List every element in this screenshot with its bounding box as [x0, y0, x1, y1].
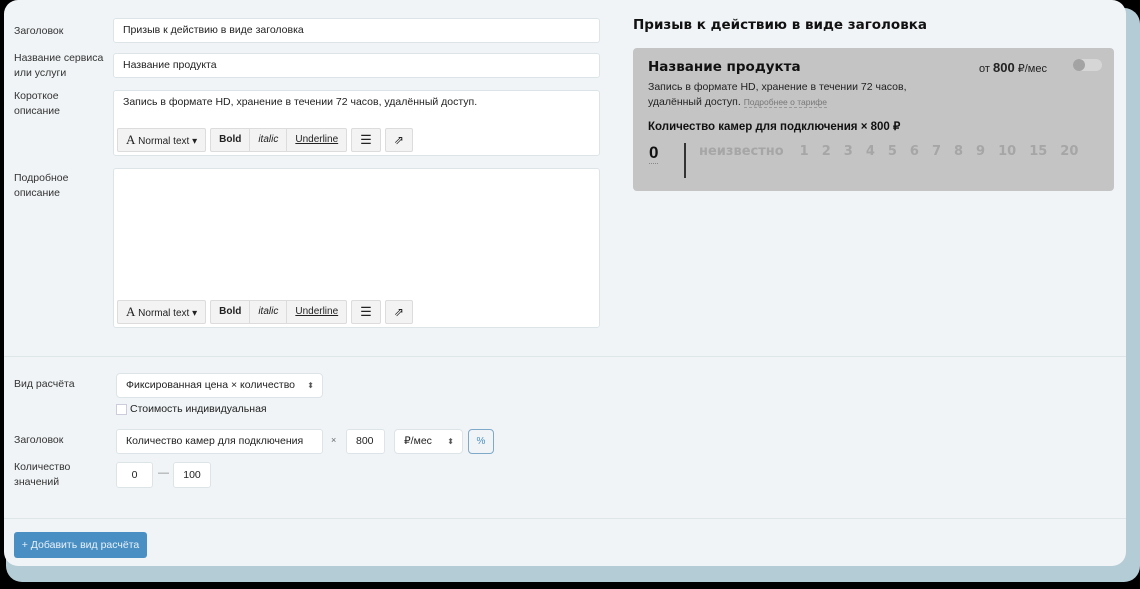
price-value: 800 — [992, 60, 1015, 75]
text-style-label: Normal text — [138, 308, 190, 319]
qty-separator — [684, 143, 686, 178]
qty-options: неизвестно 1 2 3 4 5 6 7 8 9 10 15 20 — [699, 144, 1091, 159]
product-desc: Запись в формате HD, хранение в течении … — [648, 80, 918, 110]
short-desc-label: Короткое описание — [14, 90, 60, 117]
min-input[interactable]: 0 — [116, 462, 153, 488]
text-style-dropdown[interactable]: A Normal text ▾ — [117, 300, 207, 324]
product-price: от 800 ₽/мес — [979, 60, 1047, 75]
calc-type-label: Вид расчёта — [14, 378, 75, 390]
italic-button[interactable]: italic — [250, 129, 288, 151]
percent-button[interactable]: % — [468, 429, 494, 454]
qty-option[interactable]: неизвестно — [699, 144, 784, 159]
qty-option[interactable]: 5 — [888, 144, 897, 159]
divider — [4, 518, 1126, 519]
price-input[interactable]: 800 — [346, 429, 385, 454]
underline-button[interactable]: Underline — [287, 129, 346, 151]
qty-option[interactable]: 2 — [822, 144, 831, 159]
list-icon[interactable]: ☰ — [352, 129, 380, 151]
individual-label: Стоимость индивидуальная — [130, 403, 267, 415]
bold-button[interactable]: Bold — [211, 129, 251, 151]
share-icon[interactable]: ⇗ — [386, 301, 412, 323]
qty-title: Количество камер для подключения × 800 ₽ — [648, 121, 901, 133]
underline-button[interactable]: Underline — [287, 301, 346, 323]
qty-option[interactable]: 3 — [844, 144, 853, 159]
unit-select[interactable]: ₽/мес ⬍ — [394, 429, 463, 454]
qty-current[interactable]: 0 — [649, 143, 659, 164]
long-desc-toolbar: A Normal text ▾ Bold italic Underline ☰ ⇗ — [117, 300, 413, 324]
qty-option[interactable]: 10 — [998, 144, 1016, 159]
toggle-knob — [1073, 59, 1085, 71]
list-icon[interactable]: ☰ — [352, 301, 380, 323]
italic-button[interactable]: italic — [250, 301, 288, 323]
qty-option[interactable]: 1 — [800, 144, 809, 159]
calc-type-select[interactable]: Фиксированная цена × количество ⬍ — [116, 373, 323, 398]
unit-value: ₽/мес — [404, 435, 432, 447]
range-dash: — — [158, 467, 169, 479]
short-desc-text[interactable]: Запись в формате HD, хранение в течении … — [123, 96, 477, 108]
divider — [4, 356, 1126, 357]
calc-type-value: Фиксированная цена × количество — [126, 379, 296, 391]
short-desc-toolbar: A Normal text ▾ Bold italic Underline ☰ ⇗ — [117, 128, 413, 152]
qty-option[interactable]: 9 — [976, 144, 985, 159]
title-label: Заголовок — [14, 25, 64, 37]
text-style-label: Normal text — [138, 136, 190, 147]
share-icon[interactable]: ⇗ — [386, 129, 412, 151]
text-style-dropdown[interactable]: A Normal text ▾ — [117, 128, 207, 152]
qty-option[interactable]: 4 — [866, 144, 875, 159]
more-link[interactable]: Подробнее о тарифе — [743, 97, 827, 108]
font-icon: A — [126, 304, 136, 319]
bold-button[interactable]: Bold — [211, 301, 251, 323]
qty-option[interactable]: 20 — [1060, 144, 1078, 159]
font-icon: A — [126, 132, 136, 147]
title-input[interactable]: Призыв к действию в виде заголовка — [113, 18, 600, 43]
count-label: Количество значений — [14, 461, 71, 488]
price-prefix: от — [979, 63, 990, 75]
times-sign: × — [331, 435, 337, 445]
qty-option[interactable]: 8 — [954, 144, 963, 159]
price-unit: ₽/мес — [1017, 63, 1047, 75]
add-calc-button[interactable]: + Добавить вид расчёта — [14, 532, 147, 558]
header-input[interactable]: Количество камер для подключения — [116, 429, 323, 454]
select-arrows-icon: ⬍ — [447, 437, 454, 446]
select-arrows-icon: ⬍ — [307, 381, 314, 390]
max-input[interactable]: 100 — [173, 462, 211, 488]
qty-option[interactable]: 15 — [1029, 144, 1047, 159]
name-input[interactable]: Название продукта — [113, 53, 600, 78]
product-name: Название продукта — [648, 59, 801, 75]
name-label: Название сервиса или услуги — [14, 52, 104, 79]
individual-checkbox[interactable] — [116, 404, 127, 415]
header-label: Заголовок — [14, 434, 64, 446]
product-card: Название продукта от 800 ₽/мес Запись в … — [633, 48, 1114, 191]
qty-option[interactable]: 7 — [932, 144, 941, 159]
long-desc-label: Подробное описание — [14, 172, 69, 199]
preview-heading: Призыв к действию в виде заголовка — [633, 17, 928, 33]
qty-option[interactable]: 6 — [910, 144, 919, 159]
product-toggle[interactable] — [1073, 59, 1102, 71]
